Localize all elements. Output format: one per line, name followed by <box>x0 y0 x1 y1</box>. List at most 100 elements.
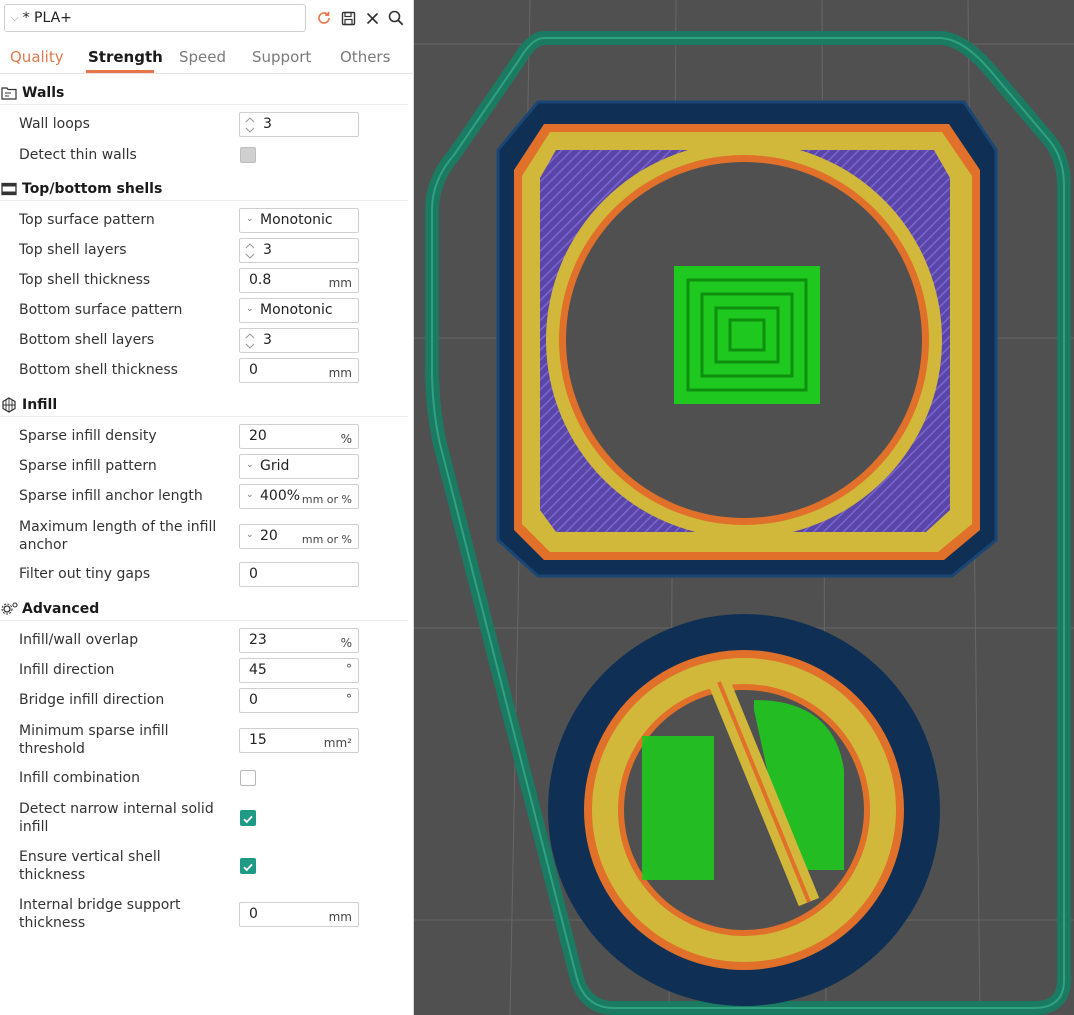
field-value: 3 <box>263 242 272 258</box>
spin-arrows-icon[interactable] <box>244 115 256 135</box>
setting-label: Wall loops <box>19 116 90 132</box>
internal-bridge-support-thickness-input[interactable]: 0 mm <box>239 902 359 927</box>
tab-speed[interactable]: Speed <box>179 48 226 66</box>
setting-label-line2: thickness <box>19 867 86 883</box>
wall-loops-spinner[interactable]: 3 <box>239 112 359 137</box>
top-surface-square <box>674 266 820 404</box>
field-value: 0.8 <box>249 272 272 288</box>
field-value: Grid <box>260 458 290 474</box>
setting-label: Infill/wall overlap <box>19 632 139 648</box>
filter-tiny-gaps-input[interactable]: 0 <box>239 562 359 587</box>
field-value: 23 <box>249 632 267 648</box>
reset-icon[interactable] <box>314 8 334 28</box>
bottom-shell-thickness-input[interactable]: 0 mm <box>239 358 359 383</box>
chevron-down-icon: ⌄ <box>246 530 254 540</box>
field-value: 0 <box>249 692 258 708</box>
setting-label: Detect thin walls <box>19 147 137 163</box>
setting-label-line2: anchor <box>19 537 68 553</box>
setting-label: Bottom surface pattern <box>19 302 183 318</box>
setting-label: Bottom shell thickness <box>19 362 178 378</box>
bottom-surface-pattern-select[interactable]: ⌄ Monotonic <box>239 298 359 323</box>
tab-others[interactable]: Others <box>340 48 390 66</box>
3d-preview-viewport[interactable] <box>414 0 1074 1015</box>
tab-strength[interactable]: Strength <box>88 48 163 66</box>
square-part <box>496 100 998 578</box>
field-unit: ° <box>346 692 352 706</box>
setting-label: Sparse infill anchor length <box>19 488 203 504</box>
sparse-infill-pattern-select[interactable]: ⌄ Grid <box>239 454 359 479</box>
field-value: 20 <box>249 428 267 444</box>
section-title: Walls <box>22 85 65 101</box>
detect-thin-walls-checkbox[interactable] <box>240 147 256 163</box>
walls-icon <box>0 86 22 100</box>
close-icon[interactable] <box>362 8 382 28</box>
setting-label: Bottom shell layers <box>19 332 155 348</box>
setting-label-line2: infill <box>19 819 49 835</box>
gear-icon <box>0 601 22 617</box>
detect-narrow-internal-solid-infill-checkbox[interactable] <box>240 810 256 826</box>
field-value: 45 <box>249 662 267 678</box>
anchor-length-select[interactable]: ⌄ 400% mm or % <box>239 484 359 509</box>
field-value: 3 <box>263 116 272 132</box>
min-sparse-infill-threshold-input[interactable]: 15 mm² <box>239 728 359 753</box>
infill-direction-input[interactable]: 45 ° <box>239 658 359 683</box>
bridge-infill-direction-input[interactable]: 0 ° <box>239 688 359 713</box>
field-unit: mm² <box>323 736 352 750</box>
shells-icon <box>0 182 22 196</box>
search-icon[interactable] <box>386 8 406 28</box>
sliced-model-render <box>414 0 1074 1015</box>
section-walls: Walls <box>0 81 408 105</box>
infill-wall-overlap-input[interactable]: 23 % <box>239 628 359 653</box>
field-value: 0 <box>249 362 258 378</box>
setting-label: Bridge infill direction <box>19 692 165 708</box>
setting-label: Sparse infill pattern <box>19 458 157 474</box>
setting-label-line1: Ensure vertical shell <box>19 849 161 865</box>
settings-tabs: Quality Strength Speed Support Others <box>0 44 414 74</box>
max-anchor-length-select[interactable]: ⌄ 20 mm or % <box>239 524 359 549</box>
ensure-vertical-shell-thickness-checkbox[interactable] <box>240 858 256 874</box>
chevron-down-icon: ⌵ <box>11 12 19 24</box>
top-shell-thickness-input[interactable]: 0.8 mm <box>239 268 359 293</box>
setting-label: Top surface pattern <box>19 212 155 228</box>
section-infill: Infill <box>0 393 408 417</box>
field-unit: mm <box>328 366 352 380</box>
save-icon[interactable] <box>338 8 358 28</box>
setting-label: Top shell thickness <box>19 272 151 288</box>
field-value: 0 <box>249 566 258 582</box>
setting-label: Top shell layers <box>19 242 127 258</box>
field-value: 400% <box>260 488 301 504</box>
check-icon <box>243 863 253 872</box>
setting-label-line1: Minimum sparse infill <box>19 723 169 739</box>
settings-panel: ⌵ * PLA+ Quality Strength Speed Support … <box>0 0 414 1015</box>
spin-arrows-icon[interactable] <box>244 331 256 351</box>
preset-name: * PLA+ <box>22 10 72 26</box>
field-value: 15 <box>249 732 267 748</box>
setting-label-line2: threshold <box>19 741 85 757</box>
top-shell-layers-spinner[interactable]: 3 <box>239 238 359 263</box>
field-value: Monotonic <box>260 302 333 318</box>
top-surface-pattern-select[interactable]: ⌄ Monotonic <box>239 208 359 233</box>
field-unit: ° <box>346 662 352 676</box>
section-title: Top/bottom shells <box>22 181 163 197</box>
chevron-down-icon: ⌄ <box>246 214 254 224</box>
spin-arrows-icon[interactable] <box>244 241 256 261</box>
setting-label: Infill combination <box>19 770 140 786</box>
chevron-down-icon: ⌄ <box>246 460 254 470</box>
sparse-infill-density-input[interactable]: 20 % <box>239 424 359 449</box>
preset-toolbar: ⌵ * PLA+ <box>0 0 414 38</box>
field-unit: % <box>340 432 352 446</box>
setting-label-line1: Detect narrow internal solid <box>19 801 214 817</box>
setting-label: Sparse infill density <box>19 428 157 444</box>
tab-support[interactable]: Support <box>252 48 311 66</box>
field-unit: % <box>340 636 352 650</box>
field-unit: mm <box>328 276 352 290</box>
bottom-shell-layers-spinner[interactable]: 3 <box>239 328 359 353</box>
preset-dropdown[interactable]: ⌵ * PLA+ <box>4 4 306 32</box>
setting-label: Infill direction <box>19 662 115 678</box>
infill-combination-checkbox[interactable] <box>240 770 256 786</box>
infill-icon <box>0 397 22 413</box>
section-title: Advanced <box>22 601 100 617</box>
chevron-down-icon: ⌄ <box>246 490 254 500</box>
tab-quality[interactable]: Quality <box>10 48 64 66</box>
chevron-down-icon: ⌄ <box>246 304 254 314</box>
